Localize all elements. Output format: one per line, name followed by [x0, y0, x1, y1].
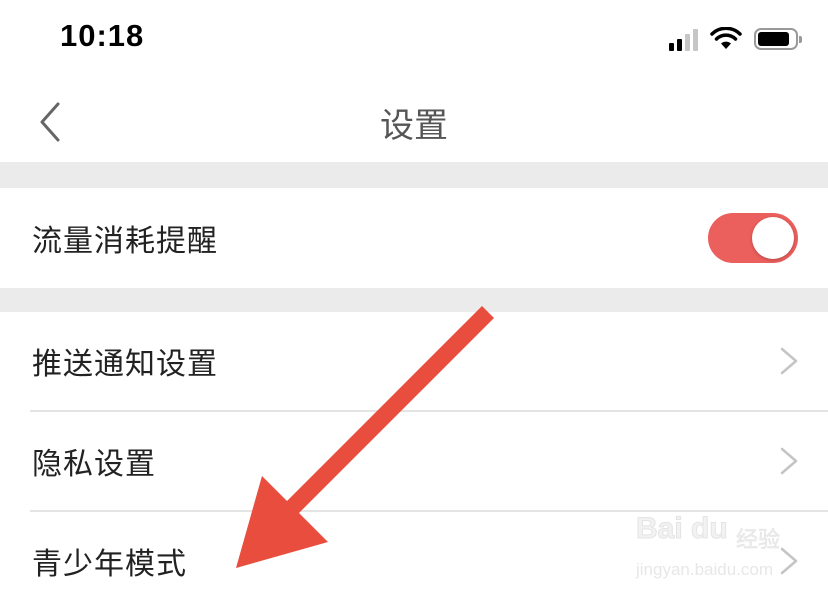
- watermark-logo: Bai du: [636, 512, 729, 546]
- section-divider: [0, 288, 828, 312]
- privacy-settings-row[interactable]: 隐私设置: [0, 412, 828, 510]
- data-alert-toggle[interactable]: [708, 213, 798, 263]
- push-notification-settings-row[interactable]: 推送通知设置: [0, 312, 828, 410]
- status-icons: [669, 24, 802, 54]
- baidu-jingyan-watermark: Bai du 经验 jingyan.baidu.com: [636, 508, 796, 588]
- toggle-knob: [752, 217, 794, 259]
- nav-bar: 设置: [0, 80, 828, 162]
- push-notification-settings-label: 推送通知设置: [32, 347, 218, 382]
- chevron-right-icon: [780, 347, 798, 375]
- data-alert-row: 流量消耗提醒: [0, 188, 828, 288]
- page-title: 设置: [380, 106, 448, 146]
- battery-icon: [754, 28, 802, 50]
- data-alert-label: 流量消耗提醒: [32, 224, 218, 259]
- watermark-label: 经验: [736, 528, 781, 554]
- status-time: 10:18: [60, 18, 145, 53]
- wifi-icon: [710, 27, 742, 49]
- chevron-right-icon: [780, 447, 798, 475]
- watermark-url: jingyan.baidu.com: [636, 560, 774, 579]
- section-divider: [0, 162, 828, 188]
- privacy-settings-label: 隐私设置: [32, 447, 156, 482]
- cellular-signal-icon: [669, 27, 698, 51]
- status-bar: 10:18: [0, 0, 828, 80]
- teen-mode-label: 青少年模式: [32, 547, 187, 582]
